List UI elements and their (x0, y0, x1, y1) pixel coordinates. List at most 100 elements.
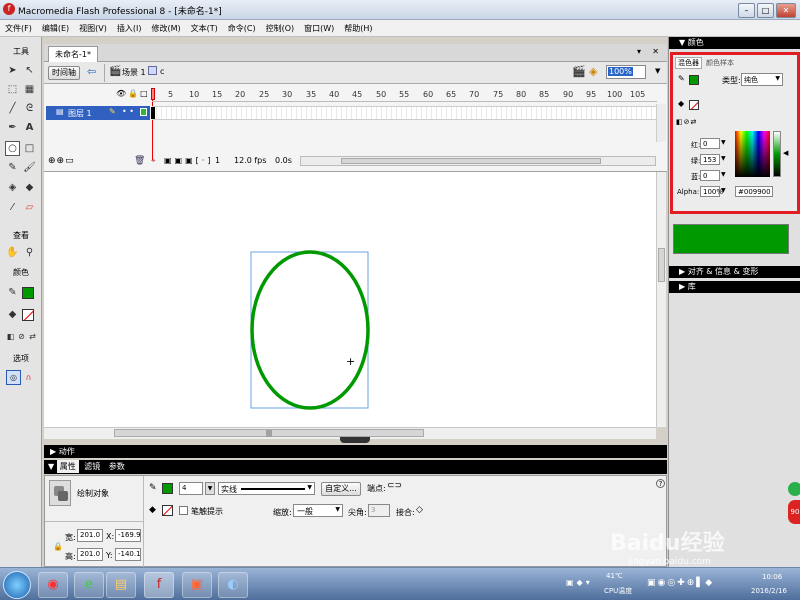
miter-input[interactable]: 3 (368, 504, 390, 517)
layer-row[interactable]: ▤ 图层 1 ✎ • • (46, 106, 150, 120)
stroke-height-input[interactable]: 4 (179, 482, 203, 495)
symbol-breadcrumb[interactable]: c (160, 67, 164, 76)
onion-skin-icons[interactable]: ▣▣▣[·] (164, 156, 213, 165)
x-input[interactable]: -169.9 (115, 529, 141, 542)
scene-breadcrumb[interactable]: 场景 1 (122, 67, 146, 78)
scale-select[interactable]: 一般 ▼ (293, 504, 343, 517)
type-select[interactable]: 纯色 ▼ (741, 73, 783, 86)
red-input[interactable]: 0 (700, 138, 720, 149)
brush-tool-icon[interactable]: 🖌 (22, 160, 37, 175)
edit-symbol-icon[interactable]: ◈ (589, 65, 597, 78)
menu-text[interactable]: 文本(T) (186, 20, 223, 34)
panel-collapse-handle[interactable] (340, 437, 370, 443)
layer-toggle-icons[interactable]: 👁🔒□ (116, 89, 150, 98)
height-input[interactable]: 201.0 (77, 548, 103, 561)
object-drawing-icon[interactable]: ◎ (6, 370, 21, 385)
stroke-color-swatch[interactable] (162, 483, 173, 494)
tab-color-swatches[interactable]: 颜色样本 (706, 58, 734, 68)
ink-bottle-tool-icon[interactable]: ◈ (5, 180, 20, 195)
frame-row[interactable] (152, 106, 657, 120)
timeline-toggle-button[interactable]: 时间轴 (48, 66, 80, 80)
menu-file[interactable]: 文件(F) (0, 20, 37, 34)
alpha-input[interactable]: 100% (700, 186, 723, 197)
lasso-tool-icon[interactable]: ᘓ (22, 101, 37, 116)
tab-filters[interactable]: 滤镜 (81, 460, 103, 473)
slider-arrow-icon[interactable]: ◀ (783, 149, 788, 157)
layer-outline-color-icon[interactable] (140, 108, 147, 116)
paint-bucket-tool-icon[interactable]: ◆ (22, 180, 37, 195)
timeline-hscroll[interactable] (300, 156, 656, 166)
stage-vscroll[interactable] (656, 172, 666, 427)
fill-color-none-swatch[interactable] (22, 309, 34, 321)
frame-ruler[interactable]: 5 10 15 20 25 30 35 40 45 50 55 60 65 70… (152, 84, 657, 102)
custom-stroke-button[interactable]: 自定义... (321, 482, 361, 496)
menu-control[interactable]: 控制(O) (261, 20, 300, 34)
rectangle-tool-icon[interactable]: □ (22, 141, 37, 156)
chevron-down-icon[interactable]: ▼ (721, 155, 726, 162)
back-arrow-icon[interactable]: ⇦ (87, 65, 96, 78)
frame-rate[interactable]: 12.0 fps (234, 156, 266, 165)
stroke-style-select[interactable]: 实线 ▼ (218, 482, 315, 495)
hand-tool-icon[interactable]: ✋ (5, 245, 20, 260)
free-transform-tool-icon[interactable]: ⬚ (5, 82, 20, 97)
pencil-tool-icon[interactable]: ✎ (5, 160, 20, 175)
presentation-taskbar-icon[interactable]: ▣ (182, 572, 212, 598)
lock-icon[interactable]: 🔒 (53, 542, 63, 551)
tab-properties[interactable]: 属性 (56, 460, 79, 473)
close-document-icon[interactable]: ✕ (652, 47, 659, 56)
browser-taskbar-icon[interactable]: ◉ (38, 572, 68, 598)
mixer-color-buttons-icons[interactable]: ◧⊘⇄ (676, 118, 697, 126)
blue-input[interactable]: 0 (700, 170, 720, 181)
tray-icons[interactable]: ▣◆▾ (566, 578, 593, 587)
join-style-icon[interactable]: ◇ (416, 505, 423, 515)
menu-edit[interactable]: 编辑(E) (37, 20, 74, 34)
selection-tool-icon[interactable]: ➤ (5, 63, 20, 78)
fill-none-swatch[interactable] (162, 505, 173, 516)
oval-tool-icon[interactable]: ○ (5, 141, 20, 156)
tray-status-icons[interactable]: ▣◉◎✚⊕▌◆ (647, 578, 714, 588)
brightness-slider[interactable] (773, 131, 781, 177)
align-panel-header[interactable]: ▶ 对齐 & 信息 & 变形 (669, 266, 800, 278)
stroke-height-dropdown-icon[interactable]: ▼ (205, 482, 215, 495)
minimize-button[interactable]: – (738, 3, 755, 18)
zoom-box[interactable]: 100% (606, 65, 646, 79)
menu-modify[interactable]: 修改(M) (146, 20, 185, 34)
add-layer-icons[interactable]: ⊕⊕▭ (48, 156, 75, 166)
stroke-hinting-checkbox[interactable] (179, 506, 188, 515)
hex-input[interactable]: #009900 (735, 186, 773, 197)
snap-magnet-icon[interactable]: ∩ (21, 370, 36, 385)
explorer-taskbar-icon[interactable]: ▤ (106, 572, 136, 598)
cap-style-icon[interactable]: ⊂⊃ (387, 481, 402, 491)
chevron-down-icon[interactable]: ▼ (721, 139, 726, 146)
close-button[interactable]: ✕ (776, 3, 796, 18)
width-input[interactable]: 201.0 (77, 529, 103, 542)
help-icon[interactable]: ? (656, 479, 665, 488)
timeline-vscroll[interactable] (656, 104, 666, 142)
mixer-fill-none-swatch[interactable] (689, 100, 699, 110)
side-speed-widget[interactable]: 90 (780, 460, 800, 540)
eraser-tool-icon[interactable]: ▱ (22, 200, 37, 215)
media-taskbar-icon[interactable]: ◐ (218, 572, 248, 598)
menu-window[interactable]: 窗口(W) (299, 20, 339, 34)
zoom-dropdown-icon[interactable]: ▼ (655, 67, 660, 75)
menu-insert[interactable]: 插入(I) (112, 20, 147, 34)
eyedropper-tool-icon[interactable]: ⁄ (5, 200, 20, 215)
menu-view[interactable]: 视图(V) (74, 20, 112, 34)
chevron-down-icon[interactable]: ▼ (721, 171, 726, 178)
trash-icon[interactable]: 🗑 (134, 156, 145, 166)
menu-commands[interactable]: 命令(C) (223, 20, 261, 34)
maximize-button[interactable]: □ (757, 3, 774, 18)
subselection-tool-icon[interactable]: ↖ (22, 63, 37, 78)
pen-tool-icon[interactable]: ✒ (5, 120, 20, 135)
y-input[interactable]: -140.1 (115, 548, 141, 561)
document-tab[interactable]: 未命名-1* (48, 46, 98, 62)
zoom-tool-icon[interactable]: ⚲ (22, 245, 37, 260)
edit-scene-icon[interactable]: 🎬 (572, 65, 586, 78)
tab-parameters[interactable]: 参数 (106, 460, 128, 473)
keyframe[interactable] (151, 107, 155, 119)
center-frame-icon[interactable]: ⌖ (151, 156, 158, 166)
tab-color-mixer[interactable]: 混色器 (675, 57, 702, 69)
gradient-transform-tool-icon[interactable]: ▦ (22, 82, 37, 97)
library-panel-header[interactable]: ▶ 库 (669, 281, 800, 293)
mixer-stroke-swatch[interactable] (689, 75, 699, 85)
